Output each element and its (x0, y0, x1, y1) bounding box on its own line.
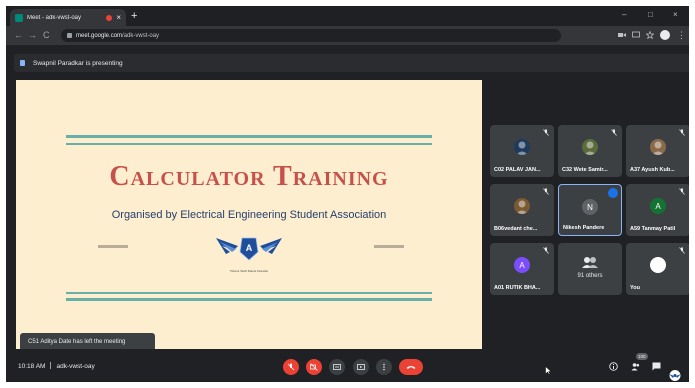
mic-muted-icon (679, 247, 685, 254)
mic-off-icon (287, 363, 295, 371)
others-group-icon (582, 257, 598, 268)
participant-name: A01 RUTIK BHA... (494, 285, 541, 291)
others-count-label: 91 others (577, 273, 603, 279)
mic-muted-icon (543, 247, 549, 254)
present-screen-icon (357, 364, 365, 370)
participant-name: C32 Wete Samir... (562, 167, 608, 173)
slide-bottom-rule (66, 298, 432, 301)
screen-frame: Meet - adk-vwst-oay × + – □ × ← → C meet… (6, 6, 689, 382)
close-window-button[interactable]: × (673, 10, 678, 20)
participant-tile[interactable]: You (626, 243, 689, 295)
participant-initial-avatar: A (650, 198, 666, 214)
participant-initial-avatar: N (582, 199, 598, 215)
participant-photo-avatar (582, 139, 598, 155)
slide-motto: Where Skill Meets Dreams (229, 269, 268, 273)
tab-title: Meet - adk-vwst-oay (27, 14, 82, 21)
presentation-slide: Calculator Training Organised by Electri… (16, 80, 482, 350)
mic-muted-icon (679, 129, 685, 136)
association-watermark-icon (669, 370, 681, 381)
participant-name: A37 Ayush Kub... (630, 167, 675, 173)
new-tab-button[interactable]: + (131, 10, 137, 22)
maximize-button[interactable]: □ (648, 10, 653, 20)
more-options-button[interactable] (376, 359, 392, 375)
participant-tile[interactable]: N Nikesh Pandere (558, 184, 622, 236)
close-tab-icon[interactable]: × (116, 13, 121, 22)
back-arrow-icon[interactable]: ← (14, 30, 23, 40)
chat-icon[interactable] (652, 362, 661, 371)
participant-tile[interactable]: A A01 RUTIK BHA... (490, 243, 554, 295)
svg-text:A: A (246, 243, 253, 253)
slide-bottom-rule-thin (66, 292, 432, 294)
slide-left-dash (98, 245, 128, 248)
camera-indicator-icon[interactable] (618, 31, 626, 39)
people-count-badge: 100 (636, 353, 648, 360)
browser-menu-icon[interactable]: ⋮ (677, 30, 686, 40)
mouse-cursor-icon (545, 366, 552, 375)
browser-tab-strip: Meet - adk-vwst-oay × + – □ × (6, 6, 689, 26)
mic-muted-icon (543, 188, 549, 195)
participant-tile[interactable]: A A59 Tanmay Patil (626, 184, 689, 236)
end-call-icon (406, 366, 416, 369)
clock-time: 10:18 AM (18, 363, 46, 370)
meeting-info: 10:18 AM adk-vwst-oay (18, 362, 95, 370)
reload-icon[interactable]: C (43, 30, 50, 40)
camera-off-icon (310, 363, 318, 371)
captions-icon (333, 364, 341, 370)
participant-photo-avatar (514, 139, 530, 155)
participant-tile[interactable]: 91 others (558, 243, 622, 295)
mic-muted-icon (679, 188, 685, 195)
slide-top-rule-thin (66, 143, 432, 145)
people-icon[interactable] (631, 362, 640, 371)
participant-tile[interactable]: B06vedant che... (490, 184, 554, 236)
meeting-code: adk-vwst-oay (56, 363, 95, 370)
participant-name: Nikesh Pandere (563, 225, 605, 231)
captions-button[interactable] (329, 359, 345, 375)
recording-indicator-icon (106, 14, 113, 21)
lock-icon (67, 33, 72, 38)
bookmark-star-icon[interactable] (646, 31, 654, 39)
profile-avatar[interactable] (660, 30, 670, 40)
microphone-off-button[interactable] (283, 359, 299, 375)
participant-name: C02 PALAV JAN... (494, 167, 541, 173)
presenter-banner: Swapnil Paradkar is presenting (14, 54, 689, 72)
slide-top-rule (66, 135, 432, 138)
participant-tile[interactable]: A37 Ayush Kub... (626, 125, 689, 177)
forward-arrow-icon[interactable]: → (28, 30, 37, 40)
slide-right-dash (374, 245, 404, 248)
browser-tab[interactable]: Meet - adk-vwst-oay × (10, 9, 126, 26)
camera-off-button[interactable] (306, 359, 322, 375)
minimize-button[interactable]: – (622, 10, 626, 20)
participant-name: You (630, 285, 640, 291)
leave-call-button[interactable] (399, 359, 423, 375)
presenter-text: Swapnil Paradkar is presenting (33, 59, 123, 67)
more-vert-icon (383, 363, 385, 371)
participant-photo-avatar (650, 139, 666, 155)
participant-name: A59 Tanmay Patil (630, 226, 676, 232)
url-text: meet.google.com/adk-vwst-oay (76, 32, 160, 39)
browser-toolbar: ← → C meet.google.com/adk-vwst-oay ⋮ (6, 26, 689, 45)
meeting-control-bar: 10:18 AM adk-vwst-oay 100 (6, 349, 689, 382)
meeting-details-icon[interactable] (609, 362, 618, 371)
participant-photo-avatar (650, 257, 666, 273)
speaking-indicator-icon (608, 188, 618, 198)
address-bar[interactable]: meet.google.com/adk-vwst-oay (61, 29, 561, 42)
cast-icon[interactable] (632, 31, 640, 39)
slide-title: Calculator Training (109, 161, 389, 192)
meet-favicon-icon (15, 13, 23, 22)
presenting-icon (20, 60, 25, 66)
info-divider (50, 362, 52, 369)
participant-tile[interactable]: C32 Wete Samir... (558, 125, 622, 177)
mic-muted-icon (543, 129, 549, 136)
participant-initial-avatar: A (514, 257, 530, 273)
association-logo-icon: A (216, 237, 282, 261)
participant-tile[interactable]: C02 PALAV JAN... (490, 125, 554, 177)
slide-subtitle: Organised by Electrical Engineering Stud… (111, 209, 387, 221)
mic-muted-icon (611, 129, 617, 136)
participant-photo-avatar (514, 198, 530, 214)
participant-name: B06vedant che... (494, 226, 538, 232)
present-now-button[interactable] (353, 359, 369, 375)
